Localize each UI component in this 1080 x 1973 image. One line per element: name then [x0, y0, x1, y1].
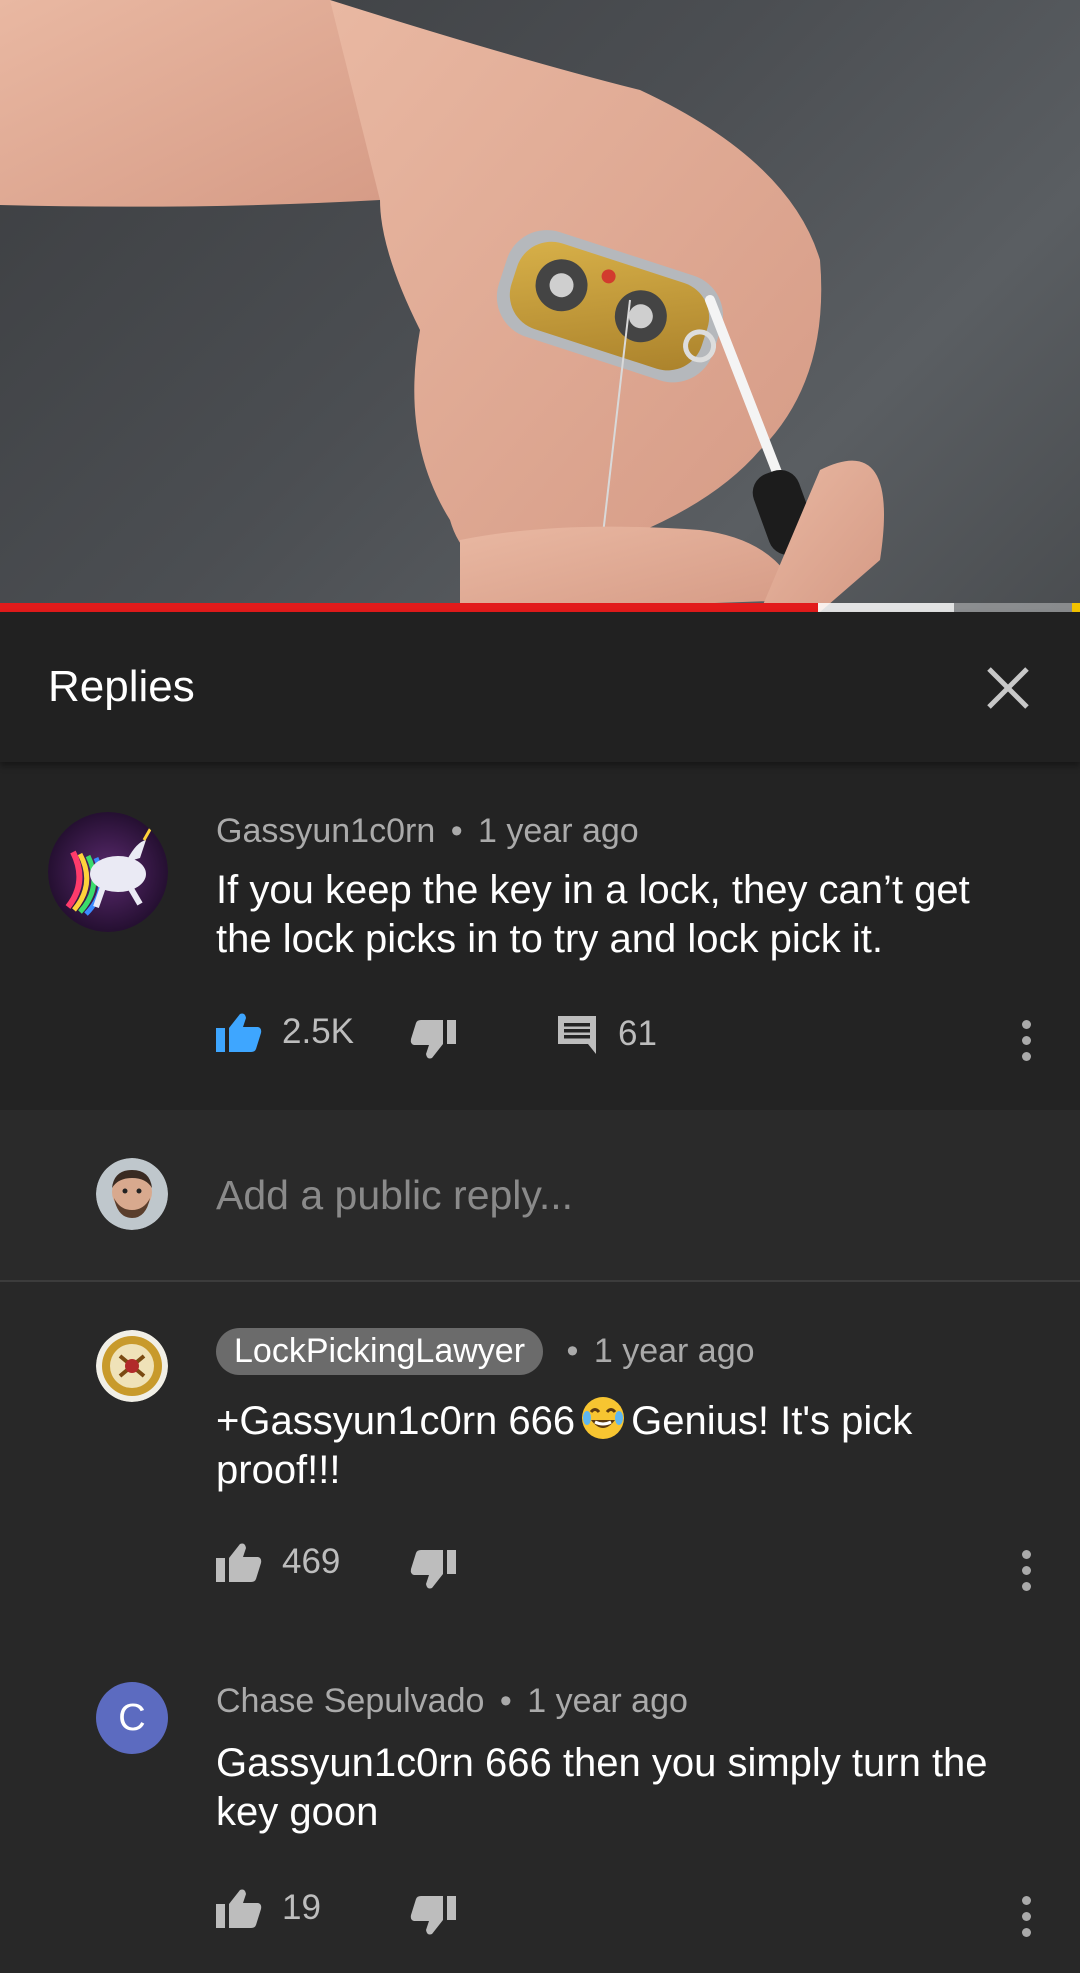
thumb-down-icon [410, 1896, 456, 1935]
comment-actions: 19 [216, 1884, 1056, 1944]
parent-comment: Gassyun1c0rn • 1 year ago If you keep th… [0, 762, 1080, 1110]
comment-text-part: +Gassyun1c0rn 666 [216, 1399, 576, 1443]
avatar[interactable] [96, 1330, 168, 1402]
replies-count-button[interactable]: 61 [556, 1014, 657, 1054]
like-button[interactable]: 19 [216, 1888, 321, 1928]
laughing-emoji-icon [582, 1397, 625, 1439]
avatar[interactable] [48, 812, 168, 932]
video-player[interactable] [0, 0, 1080, 612]
thumb-down-icon [410, 1550, 456, 1589]
progress-tail [1072, 603, 1080, 612]
dislike-button[interactable] [410, 1020, 456, 1060]
more-dot [1021, 1895, 1031, 1905]
user-avatar [96, 1158, 168, 1230]
replies-list: LockPickingLawyer • 1 year ago +Gassyun1… [0, 1282, 1080, 1973]
comment-icon [558, 1016, 596, 1054]
thumb-up-icon [216, 1543, 262, 1582]
comment-text: +Gassyun1c0rn 666 Genius! It's pick proo… [216, 1396, 1026, 1495]
comment-author[interactable]: Gassyun1c0rn [216, 812, 435, 850]
reply-input[interactable] [216, 1160, 1016, 1230]
thumb-down-icon [410, 1020, 456, 1059]
comment-time: 1 year ago [593, 1332, 755, 1370]
unicorn-avatar-icon [48, 812, 168, 932]
reply-count: 61 [618, 1014, 657, 1053]
comment-text: Gassyun1c0rn 666 then you simply turn th… [216, 1741, 988, 1834]
like-count: 19 [282, 1888, 321, 1927]
avatar[interactable]: C [96, 1682, 168, 1754]
more-dot [1021, 1581, 1031, 1591]
thumb-up-icon [216, 1013, 262, 1052]
like-button[interactable]: 469 [216, 1542, 340, 1582]
more-dot [1021, 1019, 1031, 1029]
comment-meta: Gassyun1c0rn • 1 year ago [216, 812, 639, 851]
meta-separator: • [499, 1682, 512, 1720]
thumb-up-icon [216, 1889, 262, 1928]
more-dot [1021, 1565, 1031, 1575]
more-dot [1021, 1911, 1031, 1921]
like-count: 2.5K [282, 1012, 354, 1051]
comment-time: 1 year ago [527, 1682, 688, 1720]
comment-author[interactable]: Chase Sepulvado [216, 1682, 484, 1720]
more-dot [1021, 1927, 1031, 1937]
comment-meta: LockPickingLawyer • 1 year ago [216, 1328, 755, 1375]
seal-avatar-icon [96, 1330, 168, 1402]
like-count: 469 [282, 1542, 341, 1581]
reply-bar [0, 1110, 1080, 1282]
close-button[interactable] [976, 656, 1040, 720]
replies-header: Replies [0, 612, 1080, 762]
comment-meta: Chase Sepulvado • 1 year ago [216, 1682, 688, 1721]
close-icon [987, 667, 1029, 709]
video-frame-image [0, 0, 884, 612]
user-avatar-icon [96, 1158, 168, 1230]
more-dot [1021, 1051, 1031, 1061]
more-dot [1021, 1035, 1031, 1045]
comment-text: If you keep the key in a lock, they can’… [216, 868, 970, 961]
more-dot [1021, 1549, 1031, 1559]
creator-author-badge[interactable]: LockPickingLawyer [216, 1328, 544, 1375]
like-button[interactable]: 2.5K [216, 1012, 354, 1052]
progress-played [0, 603, 818, 612]
meta-separator: • [450, 812, 463, 850]
replies-title: Replies [48, 662, 195, 711]
more-options-button[interactable] [1006, 1010, 1046, 1070]
video-progress-bar[interactable] [0, 603, 1080, 612]
comment-actions: 469 [216, 1538, 1056, 1598]
more-options-button[interactable] [1006, 1886, 1046, 1946]
meta-separator: • [566, 1332, 579, 1370]
more-options-button[interactable] [1006, 1540, 1046, 1600]
comment-actions: 2.5K 61 [216, 1004, 1056, 1064]
dislike-button[interactable] [410, 1896, 456, 1936]
dislike-button[interactable] [410, 1550, 456, 1590]
comment-time: 1 year ago [478, 812, 639, 850]
